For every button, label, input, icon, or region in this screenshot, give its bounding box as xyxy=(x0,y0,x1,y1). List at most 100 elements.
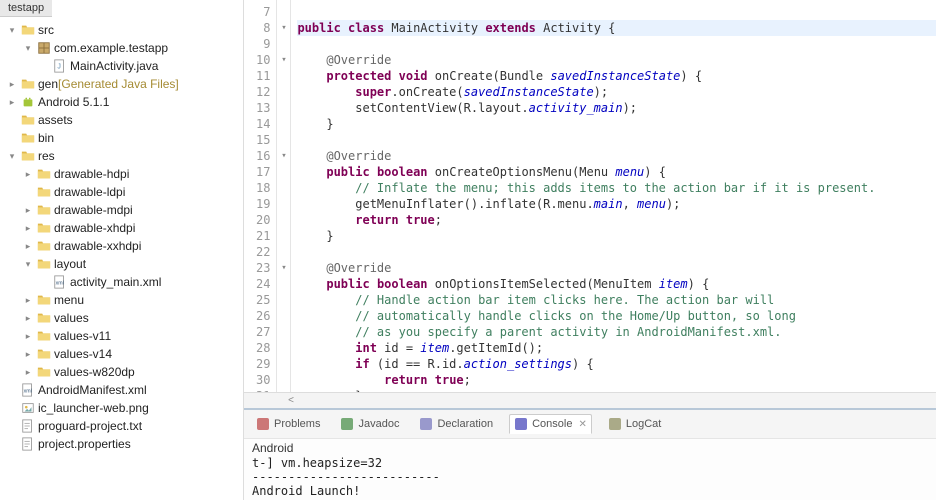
code-line[interactable]: public class MainActivity extends Activi… xyxy=(297,20,936,36)
twisty-icon[interactable]: ▸ xyxy=(20,331,36,342)
console-icon xyxy=(514,417,528,431)
twisty-icon[interactable]: ▾ xyxy=(4,151,20,162)
code-line[interactable]: // Inflate the menu; this adds items to … xyxy=(297,180,936,196)
code-line[interactable]: int id = item.getItemId(); xyxy=(297,340,936,356)
tree-item-android-5-1-1[interactable]: ▸Android 5.1.1 xyxy=(0,93,243,111)
tree-item-activity-main-xml[interactable]: xmlactivity_main.xml xyxy=(0,273,243,291)
twisty-icon[interactable]: ▾ xyxy=(20,259,36,270)
svg-text:J: J xyxy=(57,64,61,71)
tab-javadoc[interactable]: Javadoc xyxy=(336,415,403,433)
code-editor[interactable]: 7891011121314151617181920212223242526272… xyxy=(244,0,936,392)
code-content[interactable]: public class MainActivity extends Activi… xyxy=(291,0,936,392)
tree-item-gen[interactable]: ▸gen [Generated Java Files] xyxy=(0,75,243,93)
code-line[interactable]: // automatically handle clicks on the Ho… xyxy=(297,308,936,324)
tab-label: Problems xyxy=(274,418,320,430)
twisty-icon[interactable]: ▸ xyxy=(4,97,20,108)
fold-toggle-icon xyxy=(277,356,290,372)
code-line[interactable] xyxy=(297,4,936,20)
bottom-tabs[interactable]: Problems Javadoc Declaration Console✕ LogCat xyxy=(244,410,936,439)
line-number: 11 xyxy=(256,68,270,84)
code-line[interactable]: } xyxy=(297,228,936,244)
code-line[interactable]: if (id == R.id.action_settings) { xyxy=(297,356,936,372)
tree-item-values-v14[interactable]: ▸values-v14 xyxy=(0,345,243,363)
code-line[interactable]: protected void onCreate(Bundle savedInst… xyxy=(297,68,936,84)
tree-item-bin[interactable]: bin xyxy=(0,129,243,147)
tree-item-label: gen xyxy=(38,77,58,91)
twisty-icon[interactable]: ▸ xyxy=(20,313,36,324)
tab-problems[interactable]: Problems xyxy=(252,415,324,433)
twisty-icon[interactable]: ▸ xyxy=(20,295,36,306)
tree-item-menu[interactable]: ▸menu xyxy=(0,291,243,309)
tree-item-drawable-mdpi[interactable]: ▸drawable-mdpi xyxy=(0,201,243,219)
code-line[interactable]: } xyxy=(297,388,936,392)
tree-item-drawable-xxhdpi[interactable]: ▸drawable-xxhdpi xyxy=(0,237,243,255)
twisty-icon[interactable]: ▸ xyxy=(4,79,20,90)
fold-column[interactable]: ▾ ▾ ▾ ▾ xyxy=(277,0,291,392)
code-line[interactable]: return true; xyxy=(297,212,936,228)
console-view[interactable]: Androidt-] vm.heapsize=32---------------… xyxy=(244,439,936,500)
fold-toggle-icon[interactable]: ▾ xyxy=(277,260,290,276)
code-line[interactable]: @Override xyxy=(297,52,936,68)
fold-toggle-icon xyxy=(277,340,290,356)
fold-toggle-icon[interactable]: ▾ xyxy=(277,148,290,164)
tab-declaration[interactable]: Declaration xyxy=(415,415,497,433)
tree-item-androidmanifest-xml[interactable]: xmlAndroidManifest.xml xyxy=(0,381,243,399)
tree-item-mainactivity-java[interactable]: J MainActivity.java xyxy=(0,57,243,75)
code-line[interactable] xyxy=(297,132,936,148)
close-icon[interactable]: ✕ xyxy=(578,419,586,430)
twisty-icon[interactable]: ▸ xyxy=(20,349,36,360)
tree-item-drawable-xhdpi[interactable]: ▸drawable-xhdpi xyxy=(0,219,243,237)
horizontal-scrollbar[interactable]: < xyxy=(244,392,936,408)
tree-item-label: MainActivity.java xyxy=(70,59,158,73)
line-number: 19 xyxy=(256,196,270,212)
code-line[interactable]: @Override xyxy=(297,260,936,276)
tree-item-ic-launcher-web-png[interactable]: ic_launcher-web.png xyxy=(0,399,243,417)
console-line: -------------------------- xyxy=(252,470,928,484)
twisty-icon[interactable]: ▾ xyxy=(4,25,20,36)
project-tab[interactable]: testapp xyxy=(0,0,52,17)
folder-plain-icon xyxy=(36,292,52,308)
fold-toggle-icon[interactable]: ▾ xyxy=(277,20,290,36)
tree-item-project-properties[interactable]: project.properties xyxy=(0,435,243,453)
code-line[interactable]: public boolean onOptionsItemSelected(Men… xyxy=(297,276,936,292)
line-number: 22 xyxy=(256,244,270,260)
line-number: 31 xyxy=(256,388,270,392)
code-line[interactable] xyxy=(297,244,936,260)
tree-item-drawable-hdpi[interactable]: ▸drawable-hdpi xyxy=(0,165,243,183)
tree-item-assets[interactable]: assets xyxy=(0,111,243,129)
tree-item-label: layout xyxy=(54,257,86,271)
code-line[interactable]: // as you specify a parent activity in A… xyxy=(297,324,936,340)
tree-item-res[interactable]: ▾res xyxy=(0,147,243,165)
tab-console[interactable]: Console✕ xyxy=(509,414,592,434)
tree-item-proguard-project-txt[interactable]: proguard-project.txt xyxy=(0,417,243,435)
tree-item-layout[interactable]: ▾ layout xyxy=(0,255,243,273)
tree-item-src[interactable]: ▾src xyxy=(0,21,243,39)
line-number: 23 xyxy=(256,260,270,276)
tab-logcat[interactable]: LogCat xyxy=(604,415,665,433)
twisty-icon[interactable]: ▸ xyxy=(20,169,36,180)
twisty-icon[interactable]: ▸ xyxy=(20,205,36,216)
code-line[interactable]: // Handle action bar item clicks here. T… xyxy=(297,292,936,308)
twisty-icon[interactable]: ▸ xyxy=(20,241,36,252)
code-line[interactable]: super.onCreate(savedInstanceState); xyxy=(297,84,936,100)
code-line[interactable]: setContentView(R.layout.activity_main); xyxy=(297,100,936,116)
fold-toggle-icon[interactable]: ▾ xyxy=(277,52,290,68)
fold-toggle-icon xyxy=(277,228,290,244)
project-explorer[interactable]: testapp ▾src▾com.example.testapp J MainAct… xyxy=(0,0,244,500)
code-line[interactable]: return true; xyxy=(297,372,936,388)
tree-item-values-v11[interactable]: ▸values-v11 xyxy=(0,327,243,345)
line-number: 25 xyxy=(256,292,270,308)
code-line[interactable]: getMenuInflater().inflate(R.menu.main, m… xyxy=(297,196,936,212)
tree-item-drawable-ldpi[interactable]: drawable-ldpi xyxy=(0,183,243,201)
code-line[interactable]: @Override xyxy=(297,148,936,164)
twisty-icon[interactable]: ▾ xyxy=(20,43,36,54)
code-line[interactable] xyxy=(297,36,936,52)
scroll-left-icon[interactable]: < xyxy=(284,395,298,406)
code-line[interactable]: } xyxy=(297,116,936,132)
code-line[interactable]: public boolean onCreateOptionsMenu(Menu … xyxy=(297,164,936,180)
twisty-icon[interactable]: ▸ xyxy=(20,223,36,234)
tree-item-values-w820dp[interactable]: ▸values-w820dp xyxy=(0,363,243,381)
tree-item-com-example-testapp[interactable]: ▾com.example.testapp xyxy=(0,39,243,57)
tree-item-values[interactable]: ▸values xyxy=(0,309,243,327)
twisty-icon[interactable]: ▸ xyxy=(20,367,36,378)
